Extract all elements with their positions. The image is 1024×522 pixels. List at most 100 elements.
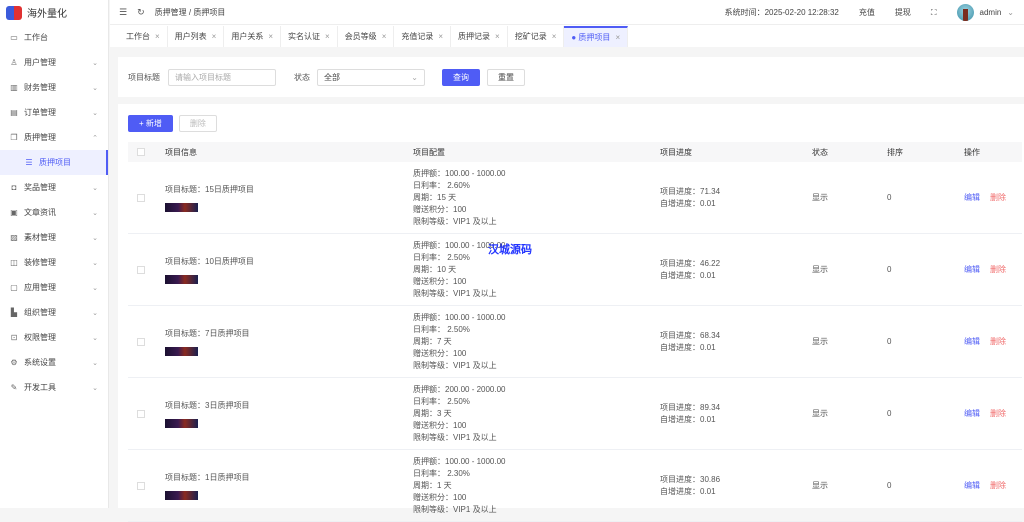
sidebar-item[interactable]: ▨ 素材管理 ⌄	[0, 225, 108, 250]
row-checkbox[interactable]	[137, 265, 145, 274]
menu-toggle-icon[interactable]: ☰	[119, 7, 127, 18]
tab-label: 用户关系	[231, 32, 264, 41]
tab[interactable]: ● 质押项目 ×	[564, 26, 629, 47]
close-icon[interactable]: ×	[552, 32, 557, 41]
fullscreen-icon[interactable]: ⛶	[931, 8, 937, 18]
gear-icon: ⚙	[10, 358, 18, 367]
delete-link[interactable]: 删除	[990, 193, 1006, 202]
sidebar-item[interactable]: ♙ 用户管理 ⌄	[0, 50, 108, 75]
tab-label: 用户列表	[174, 32, 207, 41]
sort: 0	[887, 337, 892, 346]
edit-link[interactable]: 编辑	[964, 481, 980, 490]
close-icon[interactable]: ×	[615, 33, 620, 42]
project-thumbnail	[165, 490, 198, 500]
sidebar-item[interactable]: ▢ 应用管理 ⌄	[0, 275, 108, 300]
select-all-checkbox[interactable]	[137, 148, 145, 156]
sidebar-item[interactable]: ▙ 组织管理 ⌄	[0, 300, 108, 325]
row-checkbox[interactable]	[137, 337, 145, 346]
sidebar-item[interactable]: ▣ 文章资讯 ⌄	[0, 200, 108, 225]
app-title: 海外量化	[27, 9, 67, 20]
edit-link[interactable]: 编辑	[964, 409, 980, 418]
reset-button[interactable]: 重置	[487, 68, 525, 86]
tab[interactable]: 质押记录 ×	[451, 26, 508, 47]
delete-link[interactable]: 删除	[990, 409, 1006, 418]
delete-button[interactable]: 删除	[178, 115, 217, 132]
tab[interactable]: 用户列表 ×	[168, 26, 225, 47]
bag-icon: ◘	[11, 183, 17, 192]
edit-link[interactable]: 编辑	[964, 193, 980, 202]
row-checkbox[interactable]	[137, 409, 145, 418]
sidebar-item[interactable]: ▥ 财务管理 ⌄	[0, 75, 108, 100]
tab[interactable]: 会员等级 ×	[338, 26, 395, 47]
sidebar-item[interactable]: ✎ 开发工具 ⌄	[0, 375, 108, 400]
chevron-icon: ⌄	[92, 234, 98, 242]
username: admin	[979, 8, 1002, 17]
project-progress: 项目进度：71.34	[660, 186, 721, 196]
chevron-icon: ⌄	[92, 309, 98, 317]
add-button[interactable]: + 新增	[128, 115, 173, 132]
user-menu[interactable]: admin ⌄	[956, 4, 1014, 21]
tab[interactable]: 实名认证 ×	[281, 26, 338, 47]
tab[interactable]: 用户关系 ×	[224, 26, 282, 47]
tab-label: ● 质押项目	[571, 33, 611, 42]
sidebar-item[interactable]: ⊡ 权限管理 ⌄	[0, 325, 108, 350]
config-line: 限制等级：VIP1 及以上	[413, 504, 497, 514]
close-icon[interactable]: ×	[495, 32, 500, 41]
sidebar-item[interactable]: ❐ 质押管理 ⌃	[0, 125, 108, 150]
sidebar-item-label: 用户管理	[24, 58, 56, 67]
row-checkbox[interactable]	[137, 193, 145, 202]
delete-link[interactable]: 删除	[990, 337, 1006, 346]
project-title: 项目标题：10日质押项目	[165, 256, 254, 266]
table-row: 项目标题：1日质押项目 质押额：100.00 - 1000.00 日利率： 2.3…	[128, 450, 1022, 522]
status-select[interactable]: 全部 ⌄	[317, 68, 425, 86]
building-icon: ▙	[10, 308, 18, 317]
sidebar-item-label: 应用管理	[24, 283, 56, 292]
close-icon[interactable]: ×	[325, 32, 330, 41]
close-icon[interactable]: ×	[268, 32, 273, 41]
sidebar-item[interactable]: ▭ 工作台	[0, 25, 108, 50]
edit-link[interactable]: 编辑	[964, 337, 980, 346]
sidebar-item-label: 质押管理	[24, 133, 56, 142]
tab[interactable]: 挖矿记录 ×	[508, 26, 565, 47]
sidebar-item-label: 奖品管理	[24, 183, 56, 192]
header-sort: 排序	[887, 147, 903, 157]
tab-bar: 工作台 × 用户列表 × 用户关系 × 实名认证 × 会员等级 × 充值记录 × 质押记录 × 挖矿记录 × ●…	[110, 25, 1024, 47]
config-line: 日利率： 2.50%	[413, 252, 470, 262]
query-button[interactable]: 查询	[442, 68, 480, 86]
pen-icon: ✎	[10, 383, 18, 392]
withdraw-link[interactable]: 提现	[895, 7, 911, 18]
tab[interactable]: 充值记录 ×	[394, 26, 452, 47]
sidebar-item[interactable]: ◫ 装修管理 ⌄	[0, 250, 108, 275]
logo[interactable]: 海外量化	[0, 0, 108, 25]
close-icon[interactable]: ×	[382, 32, 387, 41]
header-status: 状态	[812, 147, 828, 157]
header-config: 项目配置	[413, 147, 445, 157]
close-icon[interactable]: ×	[155, 32, 160, 41]
recharge-link[interactable]: 充值	[859, 7, 875, 18]
user-icon: ♙	[10, 58, 18, 67]
search-form: 项目标题 请输入项目标题 状态 全部 ⌄ 查询 重置	[118, 57, 1024, 97]
config-line: 周期：7 天	[413, 336, 452, 346]
auto-progress: 自增进度：0.01	[660, 198, 716, 208]
status-value: 全部	[324, 72, 340, 82]
config-line: 日利率： 2.60%	[413, 180, 470, 190]
close-icon[interactable]: ×	[212, 32, 217, 41]
delete-link[interactable]: 删除	[990, 265, 1006, 274]
tab[interactable]: 工作台 ×	[119, 26, 168, 47]
table-row: 项目标题：15日质押项目 质押额：100.00 - 1000.00 日利率： 2.…	[128, 162, 1022, 234]
sidebar-item[interactable]: ⚙ 系统设置 ⌄	[0, 350, 108, 375]
close-icon[interactable]: ×	[438, 32, 443, 41]
delete-link[interactable]: 删除	[990, 481, 1006, 490]
row-checkbox[interactable]	[137, 481, 145, 490]
refresh-icon[interactable]: ↻	[137, 7, 145, 18]
config-line: 质押额：100.00 - 1000.00	[413, 312, 506, 322]
sidebar-item[interactable]: ▤ 订单管理 ⌄	[0, 100, 108, 125]
sidebar-item[interactable]: ☰ 质押项目	[0, 150, 108, 175]
config-line: 质押额：100.00 - 1000.00	[413, 240, 506, 250]
sidebar-item[interactable]: ◘ 奖品管理 ⌄	[0, 175, 108, 200]
auto-progress: 自增进度：0.01	[660, 342, 716, 352]
breadcrumb-item[interactable]: 质押管理	[155, 8, 187, 17]
edit-link[interactable]: 编辑	[964, 265, 980, 274]
title-input[interactable]: 请输入项目标题	[168, 68, 276, 86]
pledge-icon: ❐	[10, 133, 18, 142]
